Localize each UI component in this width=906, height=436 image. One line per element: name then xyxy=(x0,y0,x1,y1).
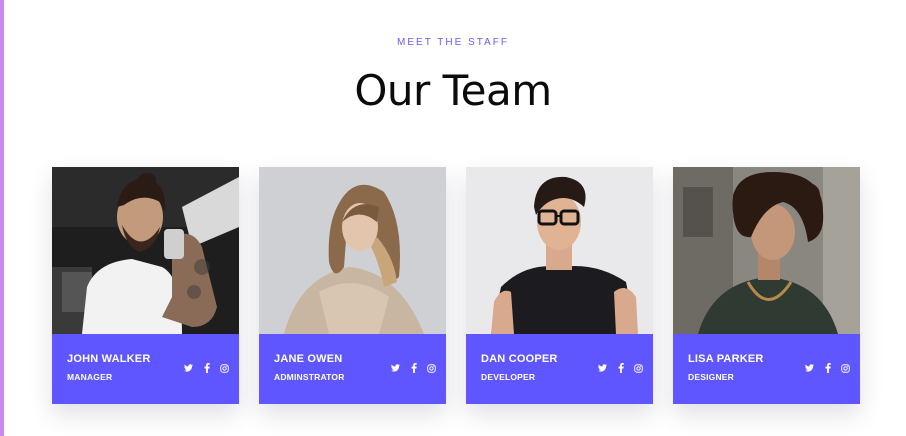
social-links xyxy=(184,362,229,374)
member-role: ADMINSTRATOR xyxy=(274,372,345,382)
member-photo xyxy=(259,167,446,334)
member-name: JOHN WALKER xyxy=(67,353,151,365)
team-cards: JOHN WALKER MANAGER JANE OWEN ADMINSTRAT… xyxy=(52,167,860,404)
twitter-icon[interactable] xyxy=(598,363,607,373)
team-card-lisa-parker: LISA PARKER DESIGNER xyxy=(673,167,860,404)
facebook-icon[interactable] xyxy=(202,363,211,373)
twitter-icon[interactable] xyxy=(184,363,193,373)
section-title: Our Team xyxy=(354,66,552,115)
member-info-bar: DAN COOPER DEVELOPER xyxy=(466,334,653,404)
member-role: MANAGER xyxy=(67,372,113,382)
team-card-jane-owen: JANE OWEN ADMINSTRATOR xyxy=(259,167,446,404)
twitter-icon[interactable] xyxy=(391,363,400,373)
social-links xyxy=(805,362,850,374)
member-role: DESIGNER xyxy=(688,372,734,382)
instagram-icon[interactable] xyxy=(634,363,643,373)
instagram-icon[interactable] xyxy=(427,363,436,373)
facebook-icon[interactable] xyxy=(409,363,418,373)
member-info-bar: JOHN WALKER MANAGER xyxy=(52,334,239,404)
member-photo xyxy=(466,167,653,334)
section-eyebrow: MEET THE STAFF xyxy=(397,37,509,48)
member-photo xyxy=(52,167,239,334)
member-name: DAN COOPER xyxy=(481,353,558,365)
instagram-icon[interactable] xyxy=(841,363,850,373)
instagram-icon[interactable] xyxy=(220,363,229,373)
facebook-icon[interactable] xyxy=(616,363,625,373)
twitter-icon[interactable] xyxy=(805,363,814,373)
team-card-john-walker: JOHN WALKER MANAGER xyxy=(52,167,239,404)
social-links xyxy=(391,362,436,374)
team-section: MEET THE STAFF Our Team JOHN WALKER MANA… xyxy=(0,0,906,436)
social-links xyxy=(598,362,643,374)
team-card-dan-cooper: DAN COOPER DEVELOPER xyxy=(466,167,653,404)
facebook-icon[interactable] xyxy=(823,363,832,373)
member-info-bar: LISA PARKER DESIGNER xyxy=(673,334,860,404)
member-name: JANE OWEN xyxy=(274,353,343,365)
member-role: DEVELOPER xyxy=(481,372,536,382)
member-name: LISA PARKER xyxy=(688,353,764,365)
member-photo xyxy=(673,167,860,334)
member-info-bar: JANE OWEN ADMINSTRATOR xyxy=(259,334,446,404)
